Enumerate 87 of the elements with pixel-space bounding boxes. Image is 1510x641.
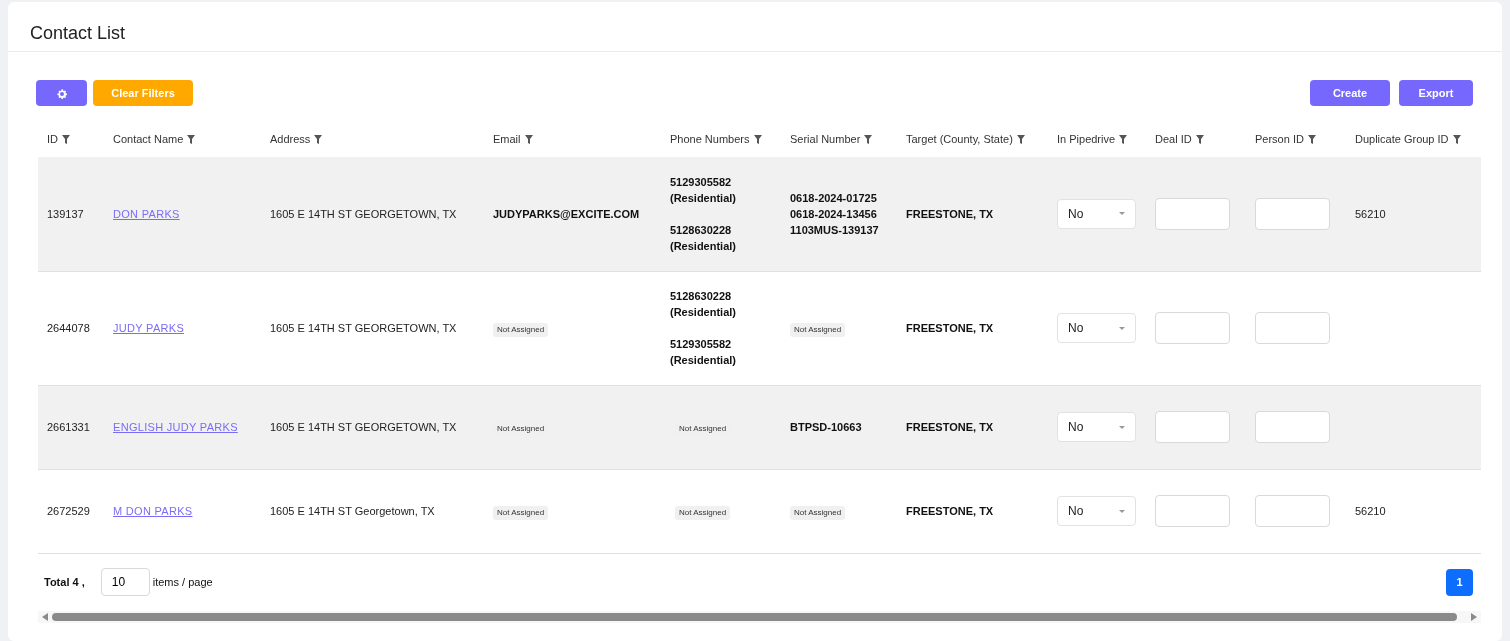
caret-icon [1119, 425, 1125, 429]
column-header: Target (County, State) [906, 131, 1013, 147]
filter-icon[interactable] [314, 134, 323, 144]
phone-number: 5128630228 [670, 289, 733, 304]
column-header: Phone Numbers [670, 131, 750, 147]
filter-icon[interactable] [1016, 134, 1025, 144]
table-cell: 56210 [1355, 504, 1386, 517]
status-tag: Not Assigned [675, 505, 731, 520]
email-text: JUDYPARKS@EXCITE.COM [493, 207, 640, 220]
page-button[interactable]: 1 [1446, 568, 1473, 596]
create-button[interactable]: Create [1310, 80, 1390, 106]
caret-icon [1119, 212, 1125, 216]
table-cell: 2644078 [47, 321, 90, 334]
caret-icon [1119, 326, 1125, 330]
column-header: Email [493, 131, 521, 147]
filter-icon[interactable] [62, 134, 70, 144]
horizontal-scrollbar[interactable] [38, 610, 1481, 623]
settings-button[interactable] [36, 80, 87, 106]
contact-link[interactable]: M DON PARKS [113, 504, 193, 517]
pipedrive-select[interactable]: No [1057, 198, 1136, 229]
column-header: Person ID [1255, 131, 1304, 147]
phone-number: 5129305582 [670, 337, 733, 352]
phone-type: (Residential) [670, 353, 737, 368]
scrollbar-thumb[interactable] [52, 612, 1457, 621]
table-cell: FREESTONE, TX [906, 207, 994, 220]
page-size-label: items / page [152, 574, 213, 590]
column-header: Address [270, 131, 311, 147]
column-header: In Pipedrive [1057, 131, 1116, 147]
total-count: Total 4 , [44, 574, 85, 590]
column-header: Serial Number [790, 131, 861, 147]
scroll-right-icon[interactable] [1471, 612, 1477, 621]
table-cell: 1605 E 14TH ST GEORGETOWN, TX [270, 321, 457, 334]
column-header: Deal ID [1155, 131, 1192, 147]
column-header: ID [47, 131, 58, 147]
person-id-field[interactable] [1255, 411, 1330, 443]
filter-icon[interactable] [1307, 134, 1316, 144]
person-id-field[interactable] [1255, 197, 1330, 230]
table-cell: 1605 E 14TH ST GEORGETOWN, TX [270, 420, 457, 433]
page-size-field[interactable]: 10 [100, 568, 150, 596]
column-header: Contact Name [113, 131, 184, 147]
contact-link[interactable]: ENGLISH JUDY PARKS [113, 420, 238, 433]
serial-number: BTPSD-10663 [790, 420, 863, 435]
person-id-field[interactable] [1255, 495, 1330, 527]
page-title: Contact List [30, 24, 127, 42]
person-id-field[interactable] [1255, 312, 1330, 344]
filter-icon[interactable] [1195, 134, 1204, 144]
export-button[interactable]: Export [1399, 80, 1473, 106]
serial-number: 0618-2024-01725 [790, 190, 878, 206]
serial-number: 0618-2024-13456 [790, 206, 878, 222]
table-cell: 56210 [1355, 207, 1386, 220]
pipedrive-select[interactable]: No [1057, 496, 1136, 526]
filter-icon[interactable] [1452, 134, 1461, 144]
gear-icon [56, 88, 67, 99]
contact-link[interactable]: DON PARKS [113, 207, 180, 220]
pipedrive-select[interactable]: No [1057, 313, 1136, 343]
filter-icon[interactable] [187, 134, 196, 144]
status-tag: Not Assigned [790, 322, 846, 337]
phone-number: 5128630228 [670, 222, 733, 238]
table-cell: 139137 [47, 207, 84, 220]
table-cell: FREESTONE, TX [906, 420, 994, 433]
table-cell: 1605 E 14TH ST Georgetown, TX [270, 504, 435, 517]
filter-icon[interactable] [864, 134, 873, 144]
table-cell: 2672529 [47, 504, 90, 517]
scroll-left-icon[interactable] [42, 612, 48, 621]
column-header: Duplicate Group ID [1355, 131, 1449, 147]
deal-id-field[interactable] [1155, 312, 1230, 344]
phone-type: (Residential) [670, 238, 737, 254]
filter-icon[interactable] [1119, 134, 1128, 144]
contact-link[interactable]: JUDY PARKS [113, 321, 185, 334]
status-tag: Not Assigned [790, 505, 846, 520]
deal-id-field[interactable] [1155, 495, 1230, 527]
status-tag: Not Assigned [493, 322, 549, 337]
table-cell: 1605 E 14TH ST GEORGETOWN, TX [270, 207, 457, 220]
table-cell: FREESTONE, TX [906, 504, 994, 517]
filter-icon[interactable] [524, 134, 533, 144]
caret-icon [1119, 509, 1125, 513]
phone-number: 5129305582 [670, 174, 733, 190]
deal-id-field[interactable] [1155, 411, 1230, 443]
table-cell: 2661331 [47, 420, 90, 433]
phone-type: (Residential) [670, 190, 737, 206]
table-cell: FREESTONE, TX [906, 321, 994, 334]
filter-icon[interactable] [753, 134, 762, 144]
deal-id-field[interactable] [1155, 197, 1230, 230]
serial-number: 1103MUS-139137 [790, 222, 880, 238]
phone-type: (Residential) [670, 305, 737, 320]
status-tag: Not Assigned [493, 505, 549, 520]
pipedrive-select[interactable]: No [1057, 412, 1136, 442]
